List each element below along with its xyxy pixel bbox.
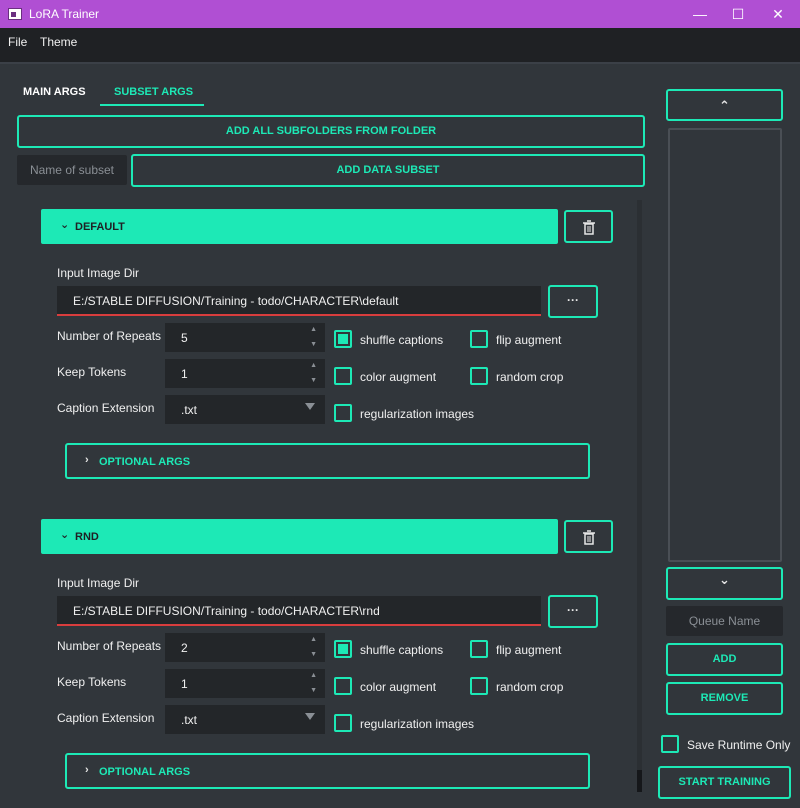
input-dir-field[interactable]: E:/STABLE DIFFUSION/Training - todo/CHAR… xyxy=(57,286,541,316)
spin-down-icon[interactable]: ▼ xyxy=(310,651,317,658)
save-runtime-only-checkbox[interactable] xyxy=(661,735,679,753)
keep-tokens-value: 1 xyxy=(181,677,188,691)
subset-name: DEFAULT xyxy=(75,221,125,233)
input-dir-field[interactable]: E:/STABLE DIFFUSION/Training - todo/CHAR… xyxy=(57,596,541,626)
window-title: LoRA Trainer xyxy=(29,7,100,21)
subset-scroll-track[interactable] xyxy=(637,200,642,770)
color-augment-checkbox[interactable] xyxy=(334,367,352,385)
repeats-spinbox[interactable]: 5 ▲ ▼ xyxy=(165,323,325,352)
chevron-right-icon: › xyxy=(85,764,89,776)
flip-augment-label: flip augment xyxy=(496,333,562,347)
browse-button[interactable]: ··· xyxy=(548,595,598,628)
shuffle-captions-label: shuffle captions xyxy=(360,643,444,657)
flip-augment-label: flip augment xyxy=(496,643,562,657)
subset-name-input[interactable]: Name of subset xyxy=(17,155,127,185)
start-training-button[interactable]: START TRAINING xyxy=(658,766,791,799)
subset-header-rnd[interactable]: ⌄ RND xyxy=(41,519,558,554)
keep-tokens-label: Keep Tokens xyxy=(57,675,127,689)
active-tab-indicator xyxy=(100,104,204,106)
color-augment-label: color augment xyxy=(360,680,437,694)
optional-args-toggle[interactable]: › OPTIONAL ARGS xyxy=(65,753,590,789)
spin-up-icon[interactable]: ▲ xyxy=(310,672,317,679)
repeats-spinbox[interactable]: 2 ▲ ▼ xyxy=(165,633,325,662)
tab-main-args[interactable]: MAIN ARGS xyxy=(23,86,86,98)
chevron-down-icon: ⌄ xyxy=(60,219,70,231)
shuffle-captions-checkbox[interactable] xyxy=(334,330,352,348)
shuffle-captions-label: shuffle captions xyxy=(360,333,444,347)
close-button[interactable]: ✕ xyxy=(758,0,798,28)
spin-down-icon[interactable]: ▼ xyxy=(310,377,317,384)
queue-move-down-button[interactable]: ⌄ xyxy=(666,567,783,600)
keep-tokens-spinbox[interactable]: 1 ▲ ▼ xyxy=(165,359,325,388)
keep-tokens-value: 1 xyxy=(181,367,188,381)
trash-icon xyxy=(583,220,595,235)
spin-down-icon[interactable]: ▼ xyxy=(310,341,317,348)
add-all-subfolders-button[interactable]: ADD ALL SUBFOLDERS FROM FOLDER xyxy=(17,115,645,148)
subset-name: RND xyxy=(75,531,99,543)
repeats-label: Number of Repeats xyxy=(57,639,162,653)
title-bar: LoRA Trainer — ☐ ✕ xyxy=(0,0,800,28)
random-crop-label: random crop xyxy=(496,680,564,694)
caption-extension-select[interactable]: .txt xyxy=(165,705,325,734)
queue-name-input[interactable]: Queue Name xyxy=(666,606,783,636)
random-crop-label: random crop xyxy=(496,370,564,384)
regularization-images-checkbox[interactable] xyxy=(334,404,352,422)
flip-augment-checkbox[interactable] xyxy=(470,330,488,348)
optional-args-label: OPTIONAL ARGS xyxy=(99,456,191,468)
regularization-images-label: regularization images xyxy=(360,407,475,421)
flip-augment-checkbox[interactable] xyxy=(470,640,488,658)
optional-args-label: OPTIONAL ARGS xyxy=(99,766,191,778)
add-data-subset-button[interactable]: ADD DATA SUBSET xyxy=(131,154,645,187)
keep-tokens-spinbox[interactable]: 1 ▲ ▼ xyxy=(165,669,325,698)
shuffle-captions-checkbox[interactable] xyxy=(334,640,352,658)
queue-remove-button[interactable]: REMOVE xyxy=(666,682,783,715)
maximize-button[interactable]: ☐ xyxy=(718,0,758,28)
tab-subset-args[interactable]: SUBSET ARGS xyxy=(114,86,193,98)
regularization-images-label: regularization images xyxy=(360,717,475,731)
caption-extension-value: .txt xyxy=(181,403,198,417)
optional-args-toggle[interactable]: › OPTIONAL ARGS xyxy=(65,443,590,479)
spin-up-icon[interactable]: ▲ xyxy=(310,362,317,369)
spin-up-icon[interactable]: ▲ xyxy=(310,326,317,333)
spin-down-icon[interactable]: ▼ xyxy=(310,687,317,694)
random-crop-checkbox[interactable] xyxy=(470,367,488,385)
queue-list[interactable] xyxy=(668,128,782,562)
app-icon xyxy=(8,8,22,20)
repeats-value: 5 xyxy=(181,331,188,345)
chevron-down-icon: ⌄ xyxy=(719,572,730,587)
regularization-images-checkbox[interactable] xyxy=(334,714,352,732)
color-augment-checkbox[interactable] xyxy=(334,677,352,695)
chevron-right-icon: › xyxy=(85,454,89,466)
menu-bar: File Theme xyxy=(0,28,800,64)
dropdown-arrow-icon xyxy=(305,403,315,410)
spin-up-icon[interactable]: ▲ xyxy=(310,636,317,643)
browse-button[interactable]: ··· xyxy=(548,285,598,318)
minimize-button[interactable]: — xyxy=(680,0,720,28)
menu-file[interactable]: File xyxy=(8,35,27,49)
caption-extension-label: Caption Extension xyxy=(57,711,155,725)
dropdown-arrow-icon xyxy=(305,713,315,720)
input-dir-label: Input Image Dir xyxy=(57,266,140,280)
color-augment-label: color augment xyxy=(360,370,437,384)
queue-move-up-button[interactable]: ⌃ xyxy=(666,89,783,121)
delete-subset-button[interactable] xyxy=(564,520,613,553)
caption-extension-label: Caption Extension xyxy=(57,401,155,415)
save-runtime-only-label: Save Runtime Only xyxy=(687,738,791,752)
repeats-label: Number of Repeats xyxy=(57,329,162,343)
chevron-up-icon: ⌃ xyxy=(719,98,730,113)
subset-header-default[interactable]: ⌄ DEFAULT xyxy=(41,209,558,244)
caption-extension-value: .txt xyxy=(181,713,198,727)
caption-extension-select[interactable]: .txt xyxy=(165,395,325,424)
queue-add-button[interactable]: ADD xyxy=(666,643,783,676)
delete-subset-button[interactable] xyxy=(564,210,613,243)
random-crop-checkbox[interactable] xyxy=(470,677,488,695)
input-dir-label: Input Image Dir xyxy=(57,576,140,590)
subset-scroll-thumb[interactable] xyxy=(637,770,642,792)
repeats-value: 2 xyxy=(181,641,188,655)
menu-theme[interactable]: Theme xyxy=(40,35,77,49)
trash-icon xyxy=(583,530,595,545)
keep-tokens-label: Keep Tokens xyxy=(57,365,127,379)
chevron-down-icon: ⌄ xyxy=(60,529,70,541)
